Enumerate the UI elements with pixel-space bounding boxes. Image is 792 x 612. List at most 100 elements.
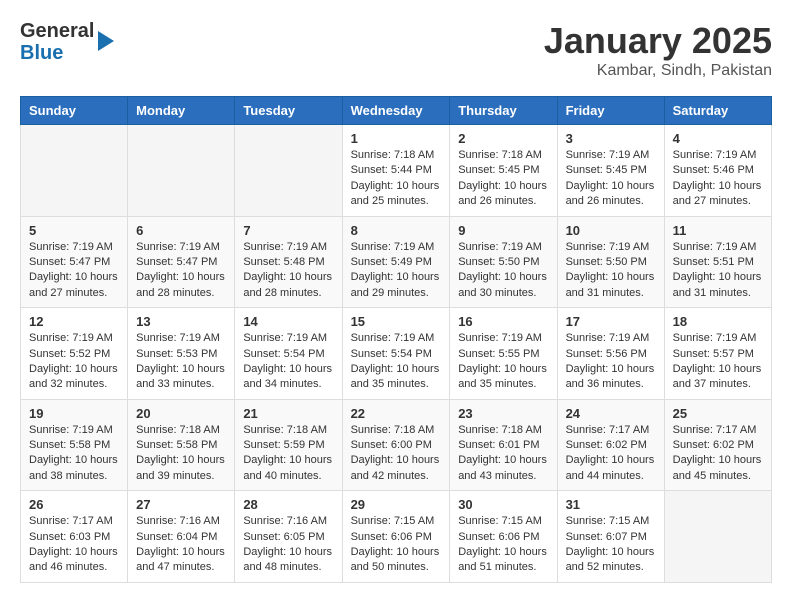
day-info: Sunrise: 7:17 AM Sunset: 6:02 PM Dayligh… xyxy=(566,423,656,485)
day-info: Sunrise: 7:18 AM Sunset: 5:45 PM Dayligh… xyxy=(458,148,548,210)
day-header-wednesday: Wednesday xyxy=(342,97,450,125)
day-number: 2 xyxy=(458,131,548,146)
day-info: Sunrise: 7:19 AM Sunset: 5:45 PM Dayligh… xyxy=(566,148,656,210)
day-info: Sunrise: 7:19 AM Sunset: 5:46 PM Dayligh… xyxy=(673,148,763,210)
calendar-cell xyxy=(21,125,128,217)
calendar-cell: 14Sunrise: 7:19 AM Sunset: 5:54 PM Dayli… xyxy=(235,308,342,400)
day-number: 5 xyxy=(29,223,119,238)
calendar-week-row: 5 Sunrise: 7:19 AM Sunset: 5:47 PM Daylig… xyxy=(21,216,772,308)
day-number: 3 xyxy=(566,131,656,146)
calendar-week-row: 12Sunrise: 7:19 AM Sunset: 5:52 PM Dayli… xyxy=(21,308,772,400)
day-number: 1 xyxy=(351,131,442,146)
calendar-cell: 12Sunrise: 7:19 AM Sunset: 5:52 PM Dayli… xyxy=(21,308,128,400)
day-number: 23 xyxy=(458,406,548,421)
day-info: Sunrise: 7:15 AM Sunset: 6:06 PM Dayligh… xyxy=(458,514,548,576)
logo-general: General xyxy=(20,20,94,42)
calendar-cell: 25 Sunrise: 7:17 AM Sunset: 6:02 PM Dayli… xyxy=(664,399,771,491)
calendar-cell: 5 Sunrise: 7:19 AM Sunset: 5:47 PM Daylig… xyxy=(21,216,128,308)
day-info: Sunrise: 7:16 AM Sunset: 6:04 PM Dayligh… xyxy=(136,514,226,576)
day-info: Sunrise: 7:17 AM Sunset: 6:02 PM Dayligh… xyxy=(673,423,763,485)
calendar-week-row: 1Sunrise: 7:18 AM Sunset: 5:44 PM Daylig… xyxy=(21,125,772,217)
title-block: January 2025 Kambar, Sindh, Pakistan xyxy=(544,20,772,80)
day-info: Sunrise: 7:18 AM Sunset: 6:01 PM Dayligh… xyxy=(458,423,548,485)
calendar-cell: 17Sunrise: 7:19 AM Sunset: 5:56 PM Dayli… xyxy=(557,308,664,400)
calendar-cell: 23 Sunrise: 7:18 AM Sunset: 6:01 PM Dayli… xyxy=(450,399,557,491)
day-number: 16 xyxy=(458,314,548,329)
day-info: Sunrise: 7:19 AM Sunset: 5:50 PM Dayligh… xyxy=(566,240,656,302)
calendar-header-row: SundayMondayTuesdayWednesdayThursdayFrid… xyxy=(21,97,772,125)
calendar-cell: 22Sunrise: 7:18 AM Sunset: 6:00 PM Dayli… xyxy=(342,399,450,491)
day-number: 11 xyxy=(673,223,763,238)
calendar-title: January 2025 xyxy=(544,20,772,62)
calendar-cell: 21Sunrise: 7:18 AM Sunset: 5:59 PM Dayli… xyxy=(235,399,342,491)
calendar-cell: 6 Sunrise: 7:19 AM Sunset: 5:47 PM Daylig… xyxy=(128,216,235,308)
day-number: 19 xyxy=(29,406,119,421)
day-info: Sunrise: 7:19 AM Sunset: 5:47 PM Dayligh… xyxy=(136,240,226,302)
day-header-monday: Monday xyxy=(128,97,235,125)
day-number: 22 xyxy=(351,406,442,421)
calendar-cell: 30 Sunrise: 7:15 AM Sunset: 6:06 PM Dayli… xyxy=(450,491,557,583)
day-info: Sunrise: 7:19 AM Sunset: 5:57 PM Dayligh… xyxy=(673,331,763,393)
logo-blue: Blue xyxy=(20,42,94,64)
day-number: 9 xyxy=(458,223,548,238)
day-info: Sunrise: 7:17 AM Sunset: 6:03 PM Dayligh… xyxy=(29,514,119,576)
calendar-cell xyxy=(664,491,771,583)
calendar-cell: 1Sunrise: 7:18 AM Sunset: 5:44 PM Daylig… xyxy=(342,125,450,217)
day-info: Sunrise: 7:19 AM Sunset: 5:58 PM Dayligh… xyxy=(29,423,119,485)
calendar-week-row: 19 Sunrise: 7:19 AM Sunset: 5:58 PM Dayli… xyxy=(21,399,772,491)
logo-icon xyxy=(96,27,116,55)
calendar-cell: 4Sunrise: 7:19 AM Sunset: 5:46 PM Daylig… xyxy=(664,125,771,217)
day-info: Sunrise: 7:15 AM Sunset: 6:06 PM Dayligh… xyxy=(351,514,442,576)
day-header-thursday: Thursday xyxy=(450,97,557,125)
calendar-cell: 8Sunrise: 7:19 AM Sunset: 5:49 PM Daylig… xyxy=(342,216,450,308)
calendar-week-row: 26 Sunrise: 7:17 AM Sunset: 6:03 PM Dayli… xyxy=(21,491,772,583)
calendar-cell: 11 Sunrise: 7:19 AM Sunset: 5:51 PM Dayli… xyxy=(664,216,771,308)
day-header-tuesday: Tuesday xyxy=(235,97,342,125)
day-info: Sunrise: 7:19 AM Sunset: 5:52 PM Dayligh… xyxy=(29,331,119,393)
calendar-cell: 7Sunrise: 7:19 AM Sunset: 5:48 PM Daylig… xyxy=(235,216,342,308)
calendar-cell: 24Sunrise: 7:17 AM Sunset: 6:02 PM Dayli… xyxy=(557,399,664,491)
calendar-cell: 3 Sunrise: 7:19 AM Sunset: 5:45 PM Daylig… xyxy=(557,125,664,217)
day-number: 20 xyxy=(136,406,226,421)
calendar-cell: 2 Sunrise: 7:18 AM Sunset: 5:45 PM Daylig… xyxy=(450,125,557,217)
day-info: Sunrise: 7:16 AM Sunset: 6:05 PM Dayligh… xyxy=(243,514,333,576)
day-number: 30 xyxy=(458,497,548,512)
page-header: General Blue January 2025 Kambar, Sindh,… xyxy=(20,20,772,80)
day-number: 14 xyxy=(243,314,333,329)
day-number: 13 xyxy=(136,314,226,329)
day-number: 28 xyxy=(243,497,333,512)
day-header-friday: Friday xyxy=(557,97,664,125)
calendar-cell: 18 Sunrise: 7:19 AM Sunset: 5:57 PM Dayli… xyxy=(664,308,771,400)
day-number: 29 xyxy=(351,497,442,512)
calendar-cell: 9Sunrise: 7:19 AM Sunset: 5:50 PM Daylig… xyxy=(450,216,557,308)
day-info: Sunrise: 7:19 AM Sunset: 5:51 PM Dayligh… xyxy=(673,240,763,302)
calendar-cell: 31Sunrise: 7:15 AM Sunset: 6:07 PM Dayli… xyxy=(557,491,664,583)
day-info: Sunrise: 7:19 AM Sunset: 5:49 PM Dayligh… xyxy=(351,240,442,302)
day-number: 25 xyxy=(673,406,763,421)
day-number: 15 xyxy=(351,314,442,329)
day-number: 31 xyxy=(566,497,656,512)
day-number: 6 xyxy=(136,223,226,238)
calendar-cell: 27Sunrise: 7:16 AM Sunset: 6:04 PM Dayli… xyxy=(128,491,235,583)
day-info: Sunrise: 7:19 AM Sunset: 5:47 PM Dayligh… xyxy=(29,240,119,302)
day-number: 10 xyxy=(566,223,656,238)
logo: General Blue xyxy=(20,20,116,64)
day-info: Sunrise: 7:19 AM Sunset: 5:55 PM Dayligh… xyxy=(458,331,548,393)
day-number: 7 xyxy=(243,223,333,238)
calendar-cell xyxy=(128,125,235,217)
day-number: 26 xyxy=(29,497,119,512)
calendar-table: SundayMondayTuesdayWednesdayThursdayFrid… xyxy=(20,96,772,583)
calendar-cell: 26 Sunrise: 7:17 AM Sunset: 6:03 PM Dayli… xyxy=(21,491,128,583)
day-info: Sunrise: 7:18 AM Sunset: 5:58 PM Dayligh… xyxy=(136,423,226,485)
day-header-sunday: Sunday xyxy=(21,97,128,125)
calendar-cell: 19 Sunrise: 7:19 AM Sunset: 5:58 PM Dayli… xyxy=(21,399,128,491)
day-number: 21 xyxy=(243,406,333,421)
calendar-subtitle: Kambar, Sindh, Pakistan xyxy=(544,62,772,80)
calendar-cell: 10 Sunrise: 7:19 AM Sunset: 5:50 PM Dayli… xyxy=(557,216,664,308)
calendar-cell: 20 Sunrise: 7:18 AM Sunset: 5:58 PM Dayli… xyxy=(128,399,235,491)
calendar-cell: 13Sunrise: 7:19 AM Sunset: 5:53 PM Dayli… xyxy=(128,308,235,400)
day-info: Sunrise: 7:19 AM Sunset: 5:54 PM Dayligh… xyxy=(351,331,442,393)
day-number: 18 xyxy=(673,314,763,329)
calendar-cell: 29 Sunrise: 7:15 AM Sunset: 6:06 PM Dayli… xyxy=(342,491,450,583)
day-number: 17 xyxy=(566,314,656,329)
